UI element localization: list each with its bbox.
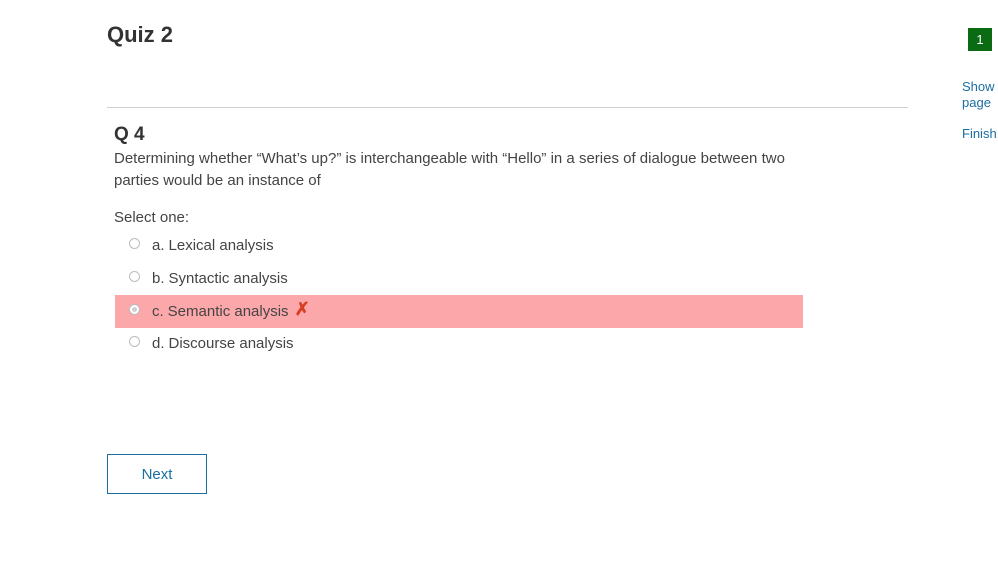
answer-option-b[interactable]: b. Syntactic analysis bbox=[115, 262, 803, 295]
option-letter: d. bbox=[152, 335, 165, 352]
radio-button[interactable] bbox=[129, 238, 140, 249]
option-label: Semantic analysis bbox=[167, 303, 289, 320]
show-page-link[interactable]: Show page bbox=[962, 79, 995, 111]
question-text: Determining whether “What’s up?” is inte… bbox=[114, 150, 785, 189]
radio-button[interactable] bbox=[129, 336, 140, 347]
finish-link[interactable]: Finish bbox=[962, 126, 997, 142]
option-label: Lexical analysis bbox=[168, 237, 274, 254]
radio-button[interactable] bbox=[129, 304, 140, 315]
radio-button[interactable] bbox=[129, 271, 140, 282]
select-one-prompt: Select one: bbox=[114, 209, 190, 226]
answer-option-a[interactable]: a. Lexical analysis bbox=[115, 229, 803, 262]
quiz-nav-page-badge[interactable]: 1 bbox=[968, 28, 992, 51]
next-button[interactable]: Next bbox=[107, 454, 207, 494]
option-letter: b. bbox=[152, 270, 165, 287]
question-number: Q 4 bbox=[114, 124, 145, 145]
x-mark-icon: ✗ bbox=[294, 299, 310, 319]
answer-option-d[interactable]: d. Discourse analysis bbox=[115, 327, 803, 360]
option-letter: a. bbox=[152, 237, 165, 254]
show-page-line1: Show bbox=[962, 79, 995, 94]
option-label: Discourse analysis bbox=[168, 335, 294, 352]
page-title: Quiz 2 bbox=[107, 22, 174, 47]
option-letter: c. bbox=[152, 303, 164, 320]
divider bbox=[107, 107, 908, 108]
option-label: Syntactic analysis bbox=[168, 270, 288, 287]
show-page-line2: page bbox=[962, 95, 991, 110]
answer-option-c[interactable]: c. Semantic analysis ✗ bbox=[115, 295, 803, 328]
